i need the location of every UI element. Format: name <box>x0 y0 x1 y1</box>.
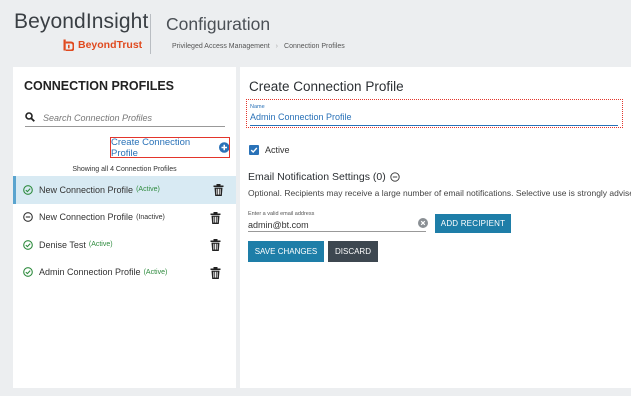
name-field-value[interactable]: Admin Connection Profile <box>250 112 352 122</box>
create-profile-form: Create Connection Profile Name Admin Con… <box>240 67 631 388</box>
create-connection-profile-label: Create Connection Profile <box>111 136 191 159</box>
check-circle-icon <box>23 184 33 195</box>
profile-name: Admin Connection Profile <box>39 267 141 278</box>
vendor-logo: BeyondTrust <box>63 39 142 51</box>
profile-name: New Connection Profile <box>39 184 134 195</box>
active-checkbox[interactable] <box>249 145 259 155</box>
check-circle-icon <box>23 239 33 250</box>
name-field[interactable]: Name Admin Connection Profile <box>246 99 623 128</box>
profile-status: (Active) <box>143 268 168 276</box>
brand-title: BeyondInsight <box>14 10 149 33</box>
trash-icon[interactable] <box>210 211 221 224</box>
email-heading-text: Email Notification Settings (0) <box>248 171 386 183</box>
profile-list: New Connection Profile (Active) New Conn… <box>13 176 236 286</box>
form-title: Create Connection Profile <box>249 79 404 94</box>
active-label: Active <box>265 145 290 155</box>
profile-item[interactable]: Admin Connection Profile (Active) <box>13 259 236 287</box>
name-field-label: Name <box>250 104 265 110</box>
profile-status: (Active) <box>136 186 160 194</box>
search-input[interactable] <box>43 110 223 125</box>
profile-name: New Connection Profile <box>39 212 134 223</box>
app-header: BeyondInsight BeyondTrust Configuration … <box>0 0 631 62</box>
profile-item[interactable]: Denise Test (Active) <box>13 231 236 259</box>
email-field-label: Enter a valid email address <box>248 211 315 217</box>
profile-name: Denise Test <box>39 239 86 250</box>
connection-profiles-panel: CONNECTION PROFILES Create Connection Pr… <box>13 67 236 388</box>
trash-icon[interactable] <box>213 184 224 196</box>
profile-item[interactable]: New Connection Profile (Active) <box>13 176 236 204</box>
breadcrumb-item-connection-profiles[interactable]: Connection Profiles <box>284 43 345 50</box>
breadcrumb-separator: › <box>275 43 279 50</box>
plus-circle-icon <box>218 142 229 153</box>
search-box <box>25 109 225 127</box>
collapse-icon[interactable] <box>390 172 400 182</box>
save-changes-button[interactable]: SAVE CHANGES <box>248 241 324 262</box>
trash-icon[interactable] <box>210 266 221 279</box>
create-connection-profile-button[interactable]: Create Connection Profile <box>110 136 230 159</box>
app-title: Configuration <box>166 14 271 34</box>
breadcrumb-item-pam[interactable]: Privileged Access Management <box>172 43 270 50</box>
minus-circle-icon <box>23 212 33 223</box>
clear-icon[interactable] <box>418 218 428 228</box>
breadcrumb: Privileged Access Management › Connectio… <box>172 43 345 50</box>
email-notification-heading: Email Notification Settings (0) <box>248 171 400 183</box>
vendor-logo-text: BeyondTrust <box>78 39 143 51</box>
name-field-underline <box>250 125 618 126</box>
email-field: Enter a valid email address <box>248 211 426 232</box>
add-recipient-button[interactable]: ADD RECIPIENT <box>435 214 511 233</box>
profile-item[interactable]: New Connection Profile (Inactive) <box>13 204 236 232</box>
profile-count-text: Showing all 4 Connection Profiles <box>72 166 177 173</box>
active-checkbox-row[interactable]: Active <box>249 145 290 155</box>
check-circle-icon <box>23 267 33 278</box>
email-description: Optional. Recipients may receive a large… <box>248 188 631 198</box>
profile-status: (Active) <box>88 241 113 249</box>
discard-button[interactable]: DISCARD <box>328 241 378 262</box>
trash-icon[interactable] <box>210 239 221 251</box>
search-icon <box>25 112 35 122</box>
header-divider <box>150 14 151 54</box>
beyondtrust-logo-icon <box>63 39 74 51</box>
checkbox-checked-icon <box>250 147 258 154</box>
panel-heading: CONNECTION PROFILES <box>24 79 175 93</box>
profile-status: (Inactive) <box>136 213 165 221</box>
email-input[interactable] <box>248 219 408 231</box>
